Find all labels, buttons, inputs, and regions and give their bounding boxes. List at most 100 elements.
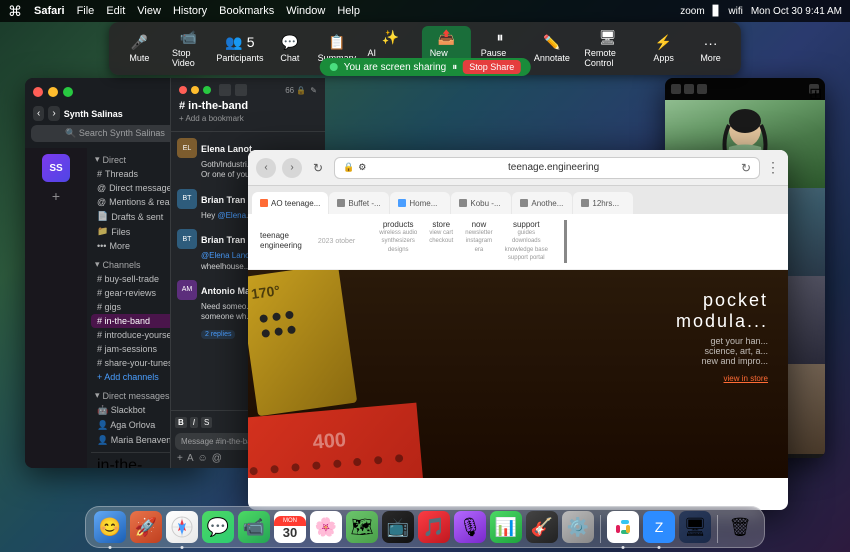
add-bookmark-link[interactable]: + Add a bookmark [179,112,317,125]
battery-icon: ▊ [713,6,721,17]
strike-button[interactable]: S [201,417,212,428]
emoji-icon[interactable]: ☺ [198,453,208,464]
workspace-name: Synth Salinas [64,109,181,119]
italic-button[interactable]: I [190,417,198,428]
bold-button[interactable]: B [175,417,187,428]
at-icon[interactable]: @ [212,453,222,464]
tab-kobu[interactable]: Kobu -... [451,192,511,214]
dock-slack[interactable] [607,511,639,543]
close-button[interactable] [33,87,43,97]
zoom-video-header: ⊞ [665,78,825,100]
nav-products[interactable]: products wireless audio synthesizers des… [379,220,417,263]
ai-icon: ✨ [382,29,399,46]
tab-teenage[interactable]: AO teenage... [252,192,328,214]
lock-icon: 🔒 [343,162,354,173]
dock-logic[interactable]: 🎸 [526,511,558,543]
zoom-ctrl-1[interactable] [671,84,681,94]
zoom-mute-button[interactable]: 🎤 Mute [117,31,162,66]
dock-zoom[interactable]: Z [643,511,675,543]
menu-view[interactable]: View [137,5,161,17]
nav-store[interactable]: store view cart checkout [429,220,453,263]
chat-header: 66 🔒 ✎ # in-the-band + Add a bookmark [171,78,325,132]
hero-title: pocketmodula... [676,290,768,332]
dock-calendar[interactable]: MON 30 [274,511,306,543]
maximize-button[interactable] [63,87,73,97]
more-label: More [700,53,721,63]
dock-trash[interactable]: 🗑 [724,511,756,543]
zoom-ctrl-3[interactable] [697,84,707,94]
zoom-participants-button[interactable]: 👥 5 Participants [214,31,265,66]
menu-safari[interactable]: Safari [34,5,65,17]
menu-window[interactable]: Window [286,5,325,17]
dock-launchpad[interactable]: 🚀 [130,511,162,543]
browser-reload-button[interactable]: ↻ [308,158,328,178]
menu-bookmarks[interactable]: Bookmarks [219,5,274,17]
reload-icon[interactable]: ↻ [741,161,751,175]
tab-buffet[interactable]: Buffet -... [329,192,389,214]
plus-icon[interactable]: + [177,453,183,464]
replies-button[interactable]: 2 replies [201,330,235,339]
text-format-icon[interactable]: A [187,453,194,464]
dock-divider-2 [717,515,718,543]
dock-photos[interactable]: 🌸 [310,511,342,543]
add-workspace-button[interactable]: + [52,188,60,204]
tab-home[interactable]: Home... [390,192,450,214]
brand-logo[interactable]: teenage engineering [260,231,302,252]
summary-icon: 📋 [328,34,345,51]
more-dot-icon: ••• [97,241,106,251]
stop-video-icon: 📹 [179,29,196,46]
zoom-annotate-button[interactable]: ✏️ Annotate [529,31,574,66]
nav-forward-button[interactable]: › [48,106,59,121]
nav-now[interactable]: now newsletter instagram era [465,220,492,263]
dock-music[interactable]: 🎵 [418,511,450,543]
dock-maps[interactable]: 🗺 [346,511,378,543]
msg-name-brian1: Brian Tran [201,195,246,205]
dock-messages[interactable]: 💬 [202,511,234,543]
minimize-button[interactable] [48,87,58,97]
browser-forward-button[interactable]: › [282,158,302,178]
drafts-icon: 📄 [97,211,108,222]
dock-finder[interactable]: 😊 [94,511,126,543]
workspace-avatar[interactable]: SS [42,154,70,182]
zoom-more-button[interactable]: ··· More [688,32,733,66]
browser-window: ‹ › ↻ 🔒 ⚙ teenage.engineering ↻ ⋮ AO tee… [248,150,788,510]
menu-history[interactable]: History [173,5,207,17]
tab-12hrs[interactable]: 12hrs... [573,192,633,214]
menu-file[interactable]: File [77,5,95,17]
remote-label: Remote Control [584,48,631,68]
nav-back-button[interactable]: ‹ [33,106,44,121]
screen-sharing-text: You are screen sharing [344,62,446,73]
remote-icon: 🖥 [599,29,617,46]
zoom-grid-view-button[interactable]: ⊞ [809,84,819,94]
view-in-store-link[interactable]: view in store [676,374,768,383]
tab-favicon-3 [398,199,406,207]
nav-support[interactable]: support guides downloads knowledge base … [505,220,548,263]
annotate-label: Annotate [534,53,570,63]
dock-safari[interactable] [166,511,198,543]
dock-settings[interactable]: ⚙️ [562,511,594,543]
apple-menu[interactable]: ⌘ [8,3,22,20]
screen-sharing-bar: You are screen sharing ⏸ Stop Share [320,58,531,76]
participants-icon: 👥 5 [225,34,254,51]
chat-label: Chat [280,53,299,63]
zoom-apps-button[interactable]: ⚡ Apps [641,31,686,66]
zoom-stop-video-button[interactable]: 📹 Stop Video [164,26,213,71]
tab-another[interactable]: Anothe... [512,192,572,214]
dock-podcasts[interactable]: 🎙 [454,511,486,543]
browser-menu-button[interactable]: ⋮ [766,159,780,176]
menu-edit[interactable]: Edit [106,5,125,17]
dock-screen[interactable]: 🖥 [679,511,711,543]
dock-tv[interactable]: 📺 [382,511,414,543]
pause-icon: ⏸ [452,62,457,73]
stop-share-button[interactable]: Stop Share [463,60,520,74]
zoom-remote-button[interactable]: 🖥 Remote Control [576,26,639,71]
zoom-chat-button[interactable]: 💬 Chat [267,31,312,66]
site-nav-links: products wireless audio synthesizers des… [379,220,604,263]
tab-favicon-1 [260,199,268,207]
browser-back-button[interactable]: ‹ [256,158,276,178]
dock-facetime[interactable]: 📹 [238,511,270,543]
dock-numbers[interactable]: 📊 [490,511,522,543]
zoom-ctrl-2[interactable] [684,84,694,94]
browser-address-bar[interactable]: 🔒 ⚙ teenage.engineering ↻ [334,157,760,179]
menu-help[interactable]: Help [337,5,360,17]
